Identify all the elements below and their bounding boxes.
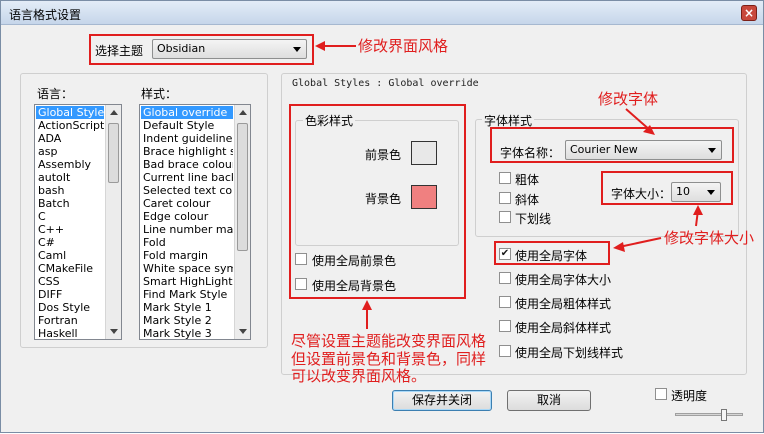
- transparency-label: 透明度: [671, 389, 708, 403]
- arrowhead-font-size-2: [693, 205, 703, 215]
- arrowhead-font-size: [613, 242, 625, 252]
- transparency-slider-thumb[interactable]: [721, 409, 727, 421]
- transparency-checkbox[interactable]: [655, 388, 667, 400]
- annotation-arrows: [315, 41, 703, 329]
- arrowhead-theme: [315, 41, 325, 51]
- arrow-font-size: [618, 237, 662, 248]
- cancel-button[interactable]: 取消: [507, 390, 591, 411]
- save-close-button[interactable]: 保存并关闭: [392, 390, 492, 411]
- arrow-font: [625, 108, 652, 132]
- transparency-slider[interactable]: [675, 413, 743, 416]
- style-configurator-dialog: 语言格式设置 × 选择主题 Obsidian 修改界面风格 语言： Global…: [0, 0, 764, 433]
- arrowhead-note: [362, 300, 372, 310]
